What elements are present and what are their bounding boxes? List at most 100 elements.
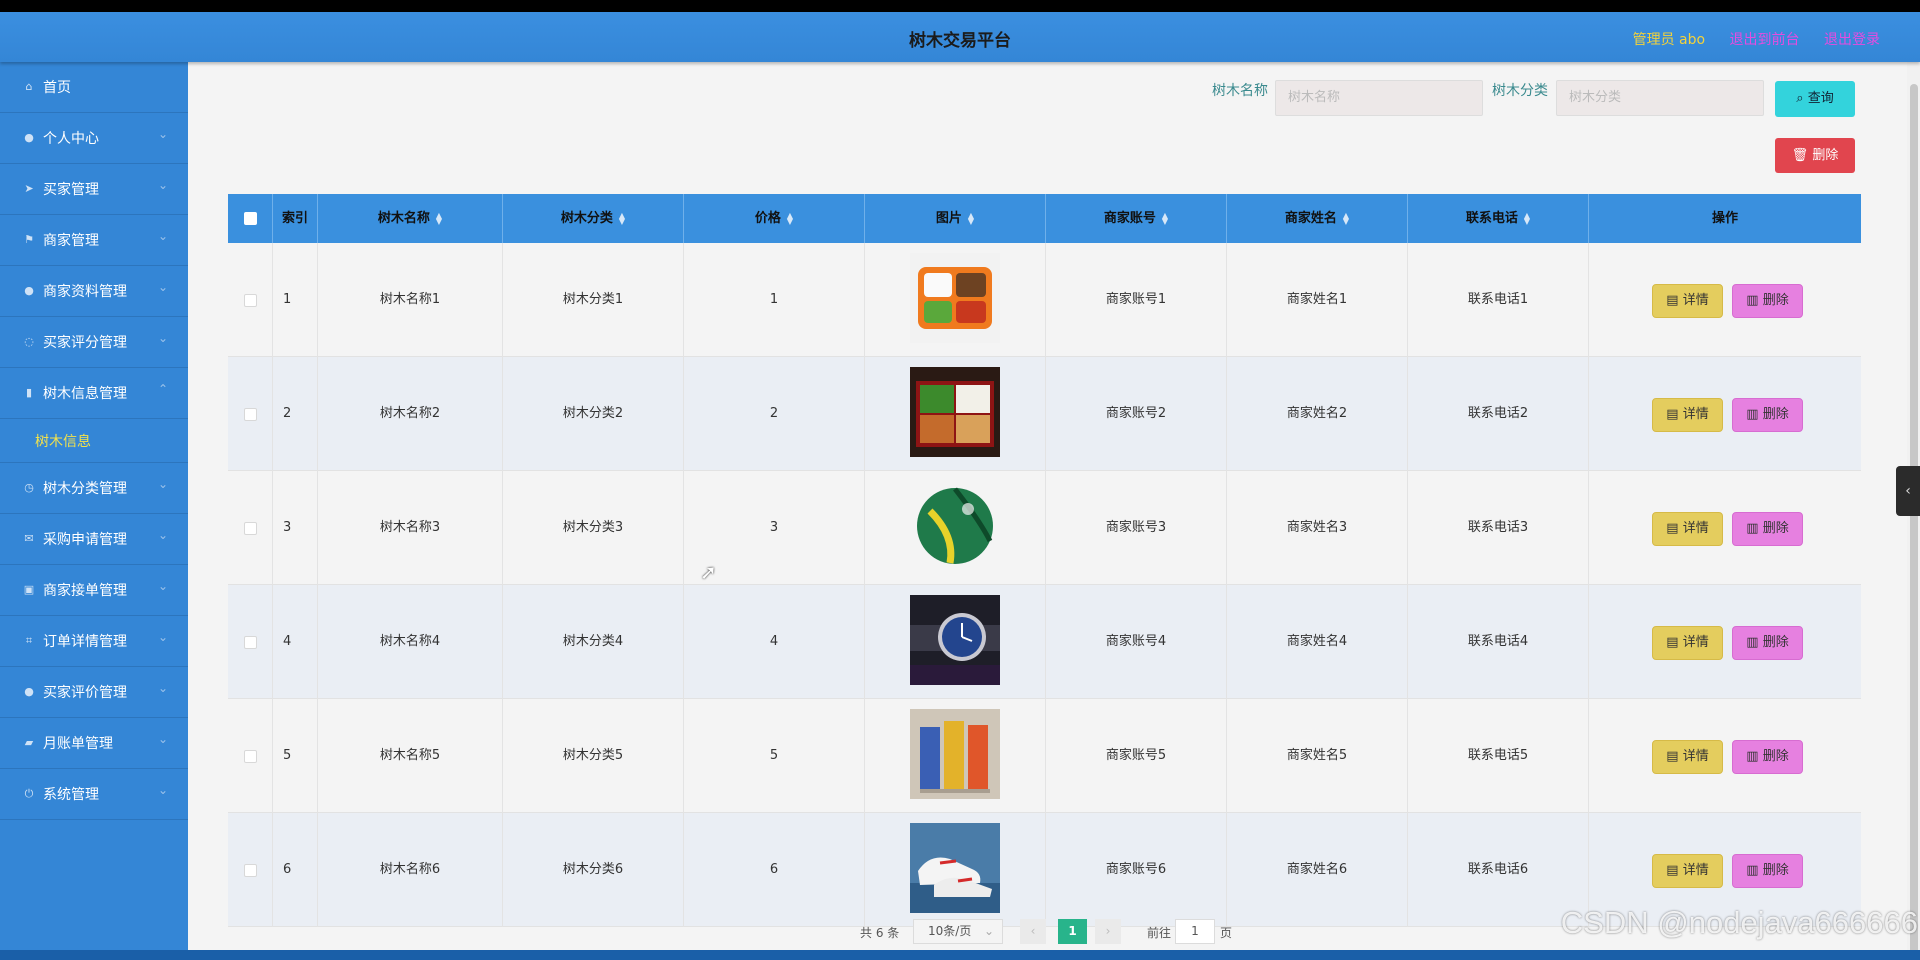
- next-page-button[interactable]: ›: [1095, 919, 1121, 944]
- pagination-total: 共 6 条: [860, 926, 900, 940]
- row-select-cell: [228, 585, 273, 699]
- page-size-select[interactable]: 10条/页 ⌄: [913, 919, 1003, 944]
- product-thumbnail-lunchbox[interactable]: [910, 253, 1000, 343]
- row-delete-button[interactable]: ▥ 删除: [1732, 626, 1803, 660]
- cell-merchant: 商家姓名1: [1227, 243, 1408, 357]
- document-icon: ▤: [1666, 521, 1683, 536]
- sidebar-item-tree-info[interactable]: ▮ 树木信息管理 ⌃: [0, 368, 188, 419]
- detail-button[interactable]: ▤ 详情: [1652, 854, 1723, 888]
- row-delete-button[interactable]: ▥ 删除: [1732, 740, 1803, 774]
- search-icon: ⌕: [1796, 91, 1808, 106]
- batch-delete-button[interactable]: 🗑︎ 删除: [1775, 138, 1855, 173]
- detail-button[interactable]: ▤ 详情: [1652, 626, 1723, 660]
- select-all-checkbox[interactable]: [244, 212, 257, 225]
- trash-icon: ▥: [1746, 407, 1763, 422]
- cell-name: 树木名称2: [318, 357, 503, 471]
- row-delete-button[interactable]: ▥ 删除: [1732, 284, 1803, 318]
- sidebar-item-buyer-review[interactable]: ● 买家评价管理 ⌄: [0, 667, 188, 718]
- detail-button-label: 详情: [1682, 749, 1709, 764]
- cell-price: 6: [684, 813, 865, 927]
- row-checkbox[interactable]: [244, 408, 257, 421]
- sidebar-item-buyer-score[interactable]: ◌ 买家评分管理 ⌄: [0, 317, 188, 368]
- row-checkbox[interactable]: [244, 864, 257, 877]
- product-thumbnail-sneakers[interactable]: [910, 823, 1000, 913]
- detail-button-label: 详情: [1682, 521, 1709, 536]
- sort-icon: ▲ ▼: [618, 210, 626, 226]
- cell-category: 树木分类5: [503, 699, 684, 813]
- sidebar-item-home[interactable]: ⌂ 首页: [0, 62, 188, 113]
- sidebar-item-label: 买家评分管理: [43, 335, 127, 351]
- row-select-cell: [228, 813, 273, 927]
- chevron-down-icon: ⌄: [157, 528, 168, 542]
- header-merchant[interactable]: 商家姓名 ▲ ▼: [1227, 194, 1408, 243]
- cell-merchant: 商家姓名4: [1227, 585, 1408, 699]
- product-thumbnail-cartons[interactable]: [910, 709, 1000, 799]
- chevron-down-icon: ⌄: [983, 924, 994, 938]
- sidebar: ⌂ 首页 ● 个人中心 ⌄ ➤ 买家管理 ⌄ ⚑ 商家管理 ⌄ ● 商家资料管理 ⌄ ◌ 买家评分管…: [0, 62, 188, 950]
- cell-index: 4: [273, 585, 318, 699]
- cell-name: 树木名称3: [318, 471, 503, 585]
- sidebar-item-purchase[interactable]: ✉ 采购申请管理 ⌄: [0, 514, 188, 565]
- detail-button[interactable]: ▤ 详情: [1652, 284, 1723, 318]
- sidebar-item-merchants[interactable]: ⚑ 商家管理 ⌄: [0, 215, 188, 266]
- trash-icon: ▥: [1746, 863, 1763, 878]
- header-name[interactable]: 树木名称 ▲ ▼: [318, 194, 503, 243]
- home-icon: ⌂: [25, 80, 33, 93]
- header-price[interactable]: 价格 ▲ ▼: [684, 194, 865, 243]
- sidebar-item-monthly-bill[interactable]: ▰ 月账单管理 ⌄: [0, 718, 188, 769]
- row-delete-button[interactable]: ▥ 删除: [1732, 398, 1803, 432]
- chevron-left-icon: ‹: [1905, 483, 1911, 499]
- document-icon: ▤: [1666, 863, 1683, 878]
- scrollbar-thumb[interactable]: [1910, 84, 1918, 950]
- chevron-down-icon: ⌄: [157, 630, 168, 644]
- sidebar-item-tree-category[interactable]: ◷ 树木分类管理 ⌄: [0, 463, 188, 514]
- submenu-item-tree-info[interactable]: 树木信息: [0, 419, 188, 463]
- detail-button[interactable]: ▤ 详情: [1652, 398, 1723, 432]
- sidebar-item-personal[interactable]: ● 个人中心 ⌄: [0, 113, 188, 164]
- goto-page-input[interactable]: 1: [1175, 919, 1215, 944]
- sort-icon: ▲ ▼: [786, 210, 794, 226]
- product-thumbnail-ball[interactable]: [910, 481, 1000, 571]
- detail-button[interactable]: ▤ 详情: [1652, 740, 1723, 774]
- sidebar-item-buyers[interactable]: ➤ 买家管理 ⌄: [0, 164, 188, 215]
- thumb-icon: ▰: [24, 736, 34, 749]
- document-icon: ▤: [1666, 749, 1683, 764]
- tree-table: 索引 树木名称 ▲ ▼ 树木分类 ▲ ▼ 价格 ▲ ▼ 图片 ▲ ▼ 商家账号 ▲ ▼ 商家姓名 ▲ ▼…: [228, 194, 1861, 927]
- header-phone[interactable]: 联系电话 ▲ ▼: [1408, 194, 1589, 243]
- row-delete-button[interactable]: ▥ 删除: [1732, 512, 1803, 546]
- document-icon: ▤: [1666, 635, 1683, 650]
- sidebar-item-label: 月账单管理: [43, 736, 113, 752]
- product-thumbnail-watch[interactable]: [910, 595, 1000, 685]
- row-delete-button[interactable]: ▥ 删除: [1732, 854, 1803, 888]
- collapse-panel-button[interactable]: ‹: [1896, 466, 1920, 516]
- cell-name: 树木名称5: [318, 699, 503, 813]
- sidebar-item-merchant-profile[interactable]: ● 商家资料管理 ⌄: [0, 266, 188, 317]
- back-to-front-link[interactable]: 退出到前台: [1730, 32, 1800, 48]
- flag-icon: ⚑: [24, 233, 34, 246]
- detail-button[interactable]: ▤ 详情: [1652, 512, 1723, 546]
- product-thumbnail-bento[interactable]: [910, 367, 1000, 457]
- page-number-current[interactable]: 1: [1058, 919, 1087, 944]
- logout-link[interactable]: 退出登录: [1824, 32, 1880, 48]
- cell-merchant: 商家姓名2: [1227, 357, 1408, 471]
- power-icon: ⏻: [24, 787, 34, 800]
- sidebar-item-system[interactable]: ⏻ 系统管理 ⌄: [0, 769, 188, 820]
- main-content: 树木名称 树木名称 树木分类 树木分类 ⌕ 查询 🗑︎ 删除 索引 树木名称 ▲ ▼…: [210, 62, 1875, 950]
- header-category[interactable]: 树木分类 ▲ ▼: [503, 194, 684, 243]
- prev-page-button[interactable]: ‹: [1020, 919, 1046, 944]
- chevron-left-icon: ‹: [1030, 924, 1036, 938]
- cell-account: 商家账号1: [1046, 243, 1227, 357]
- header-account[interactable]: 商家账号 ▲ ▼: [1046, 194, 1227, 243]
- table-row: 3 树木名称3 树木分类3 3 商家账号3 商家姓名3 联系电话3 ▤ 详情 ▥…: [228, 471, 1861, 585]
- row-delete-label: 删除: [1762, 407, 1789, 422]
- row-checkbox[interactable]: [244, 522, 257, 535]
- row-checkbox[interactable]: [244, 750, 257, 763]
- header-image[interactable]: 图片 ▲ ▼: [865, 194, 1046, 243]
- query-button[interactable]: ⌕ 查询: [1775, 81, 1855, 117]
- row-checkbox[interactable]: [244, 294, 257, 307]
- tree-name-input[interactable]: 树木名称: [1275, 80, 1483, 116]
- sidebar-item-merchant-orders[interactable]: ▣ 商家接单管理 ⌄: [0, 565, 188, 616]
- tree-category-input[interactable]: 树木分类: [1556, 80, 1764, 116]
- sidebar-item-order-details[interactable]: ⌗ 订单详情管理 ⌄: [0, 616, 188, 667]
- row-checkbox[interactable]: [244, 636, 257, 649]
